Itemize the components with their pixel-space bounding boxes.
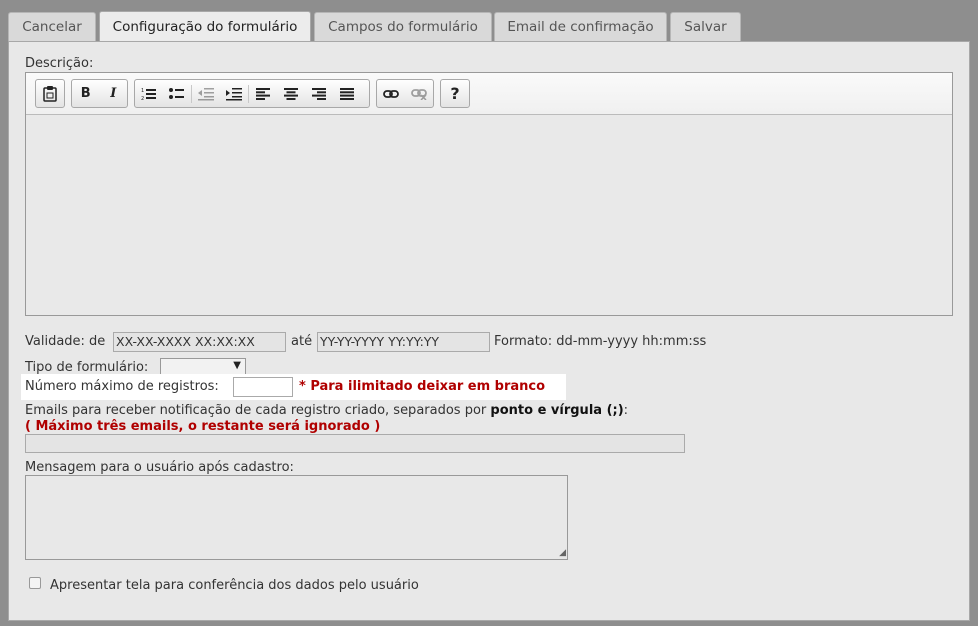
tab-salvar[interactable]: Salvar [670, 12, 741, 41]
editor-toolbar: B I 1 2 ? [26, 73, 952, 115]
tab-campos-formulario[interactable]: Campos do formulário [314, 12, 492, 41]
ordered-list-icon: 1 2 [141, 88, 156, 101]
tab-cancelar[interactable]: Cancelar [8, 12, 96, 41]
bold-button[interactable]: B [72, 80, 100, 107]
unordered-list-icon [169, 87, 184, 99]
message-label: Mensagem para o usuário após cadastro: [25, 460, 294, 475]
indent-icon [226, 87, 242, 100]
toolbar-group-format: B I [71, 79, 128, 108]
confirm-screen-label: Apresentar tela para conferência dos dad… [50, 578, 419, 593]
toolbar-group-links [376, 79, 434, 108]
emails-label: Emails para receber notificação de cada … [25, 403, 628, 418]
form-type-label: Tipo de formulário: [25, 360, 149, 375]
paste-button[interactable] [36, 80, 64, 107]
validity-format-label: Formato: dd-mm-yyyy hh:mm:ss [494, 334, 707, 349]
outdent-icon [198, 87, 214, 100]
unordered-list-button[interactable] [163, 80, 191, 107]
toolbar-group-clipboard [35, 79, 65, 108]
italic-button[interactable]: I [100, 80, 128, 107]
svg-text:2: 2 [141, 96, 144, 101]
align-right-button[interactable] [305, 80, 333, 107]
unlink-button[interactable] [405, 80, 433, 107]
justify-button[interactable] [333, 80, 361, 107]
emails-label-bold: ponto e vírgula (;) [490, 403, 624, 418]
max-records-hint: * Para ilimitado deixar em branco [299, 379, 546, 394]
description-edit-area[interactable] [26, 115, 952, 315]
align-right-icon [312, 87, 326, 100]
indent-button[interactable] [220, 80, 248, 107]
max-records-input[interactable] [233, 377, 293, 397]
ordered-list-button[interactable]: 1 2 [135, 80, 163, 107]
align-center-button[interactable] [277, 80, 305, 107]
validity-to-label: até [291, 334, 313, 349]
validity-label: Validade: de [25, 334, 106, 349]
description-label: Descrição: [25, 56, 94, 71]
unlink-icon [411, 88, 427, 100]
tab-configuracao-formulario[interactable]: Configuração do formulário [99, 11, 311, 42]
emails-warning: ( Máximo três emails, o restante será ig… [25, 419, 381, 434]
paste-icon [43, 86, 57, 102]
emails-input[interactable] [25, 434, 685, 453]
emails-label-suffix: : [623, 403, 629, 418]
align-left-icon [256, 87, 270, 100]
resize-handle-icon[interactable]: ◢ [559, 548, 566, 558]
help-button[interactable]: ? [441, 80, 469, 107]
toolbar-group-help: ? [440, 79, 470, 108]
link-icon [383, 89, 399, 98]
chevron-down-icon: ▼ [233, 360, 241, 371]
message-textarea[interactable]: ◢ [25, 475, 568, 560]
description-editor: B I 1 2 ? [25, 72, 953, 316]
validity-from-input[interactable]: XX-XX-XXXX XX:XX:XX [113, 332, 286, 352]
align-left-button[interactable] [249, 80, 277, 107]
validity-to-input[interactable]: YY-YY-YYYY YY:YY:YY [317, 332, 490, 352]
confirm-screen-checkbox[interactable] [29, 577, 41, 589]
emails-label-prefix: Emails para receber notificação de cada … [25, 403, 487, 418]
toolbar-group-paragraph: 1 2 [134, 79, 370, 108]
align-center-icon [284, 87, 298, 100]
link-button[interactable] [377, 80, 405, 107]
tab-email-confirmacao[interactable]: Email de confirmação [494, 12, 667, 41]
outdent-button[interactable] [192, 80, 220, 107]
justify-icon [340, 87, 354, 100]
svg-text:1: 1 [141, 88, 144, 94]
max-records-label: Número máximo de registros: [25, 379, 219, 394]
